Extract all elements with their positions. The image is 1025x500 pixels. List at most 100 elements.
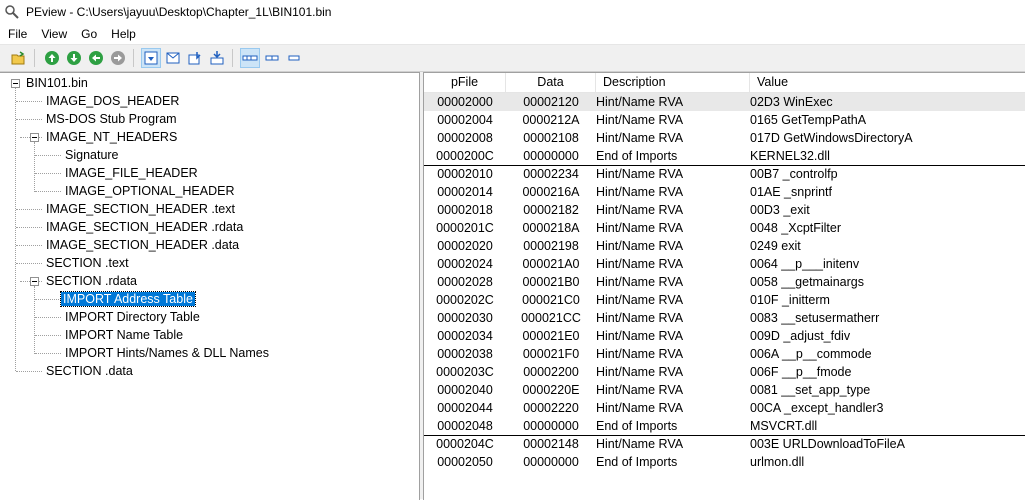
go-back-icon[interactable] bbox=[87, 49, 105, 67]
tree-item-section-rdata[interactable]: SECTION .rdata bbox=[44, 272, 139, 290]
tree-item-import-directory-table[interactable]: IMPORT Directory Table bbox=[63, 308, 202, 326]
menu-file[interactable]: File bbox=[0, 27, 34, 41]
column-header-description[interactable]: Description bbox=[596, 73, 750, 92]
tree-item-image-file-header[interactable]: IMAGE_FILE_HEADER bbox=[63, 164, 200, 182]
list-cell-value: 00CA _except_handler3 bbox=[750, 401, 884, 415]
menu-go[interactable]: Go bbox=[74, 27, 104, 41]
list-row[interactable]: 00002014 0000216A Hint/Name RVA 01AE _snpri… bbox=[424, 183, 1025, 201]
open-file-icon[interactable] bbox=[10, 49, 28, 67]
list-cell-value: 0081 __set_app_type bbox=[750, 383, 871, 397]
tree-item-import-address-table[interactable]: IMPORT Address Table bbox=[60, 290, 196, 308]
collapse-icon[interactable] bbox=[11, 79, 20, 88]
list-row[interactable]: 0000203C 00002200 Hint/Name RVA 006F __p__f… bbox=[424, 363, 1025, 381]
menu-view[interactable]: View bbox=[34, 27, 74, 41]
tree-item-image-dos-header[interactable]: IMAGE_DOS_HEADER bbox=[44, 92, 181, 110]
list-row[interactable]: 0000200C 00000000 End of Imports KERNEL32.d… bbox=[424, 147, 1025, 166]
tree-item-import-name-table[interactable]: IMPORT Name Table bbox=[63, 326, 185, 344]
list-cell-pfile: 00002004 bbox=[437, 113, 493, 127]
menu-bar: File View Go Help bbox=[0, 24, 1025, 45]
list-row[interactable]: 00002044 00002220 Hint/Name RVA 00CA _excep… bbox=[424, 399, 1025, 417]
list-cell-pfile: 0000204C bbox=[436, 437, 494, 451]
view-dword-icon[interactable] bbox=[186, 49, 204, 67]
list-cell-data: 00000000 bbox=[523, 455, 579, 469]
list-row[interactable]: 00002030 000021CC Hint/Name RVA 0083 __setu… bbox=[424, 309, 1025, 327]
list-cell-value: 010F _initterm bbox=[750, 293, 830, 307]
tree-item-image-nt-headers[interactable]: IMAGE_NT_HEADERS bbox=[44, 128, 179, 146]
list-cell-pfile: 00002044 bbox=[437, 401, 493, 415]
view-byte-icon[interactable] bbox=[141, 48, 161, 68]
tree-item-section-header-data[interactable]: IMAGE_SECTION_HEADER .data bbox=[44, 236, 241, 254]
list-row[interactable]: 00002018 00002182 Hint/Name RVA 00D3 _exit bbox=[424, 201, 1025, 219]
view-qword-icon[interactable] bbox=[208, 49, 226, 67]
list-cell-data: 00002120 bbox=[523, 95, 579, 109]
address-mode-3-icon[interactable] bbox=[285, 49, 303, 67]
list-cell-value: 0249 exit bbox=[750, 239, 801, 253]
tree-connector bbox=[35, 317, 61, 318]
list-cell-value: MSVCRT.dll bbox=[750, 419, 818, 433]
list-row[interactable]: 0000204C 00002148 Hint/Name RVA 003E URLDow… bbox=[424, 435, 1025, 453]
list-cell-description: Hint/Name RVA bbox=[596, 347, 684, 361]
list-row[interactable]: 00002024 000021A0 Hint/Name RVA 0064 __p___… bbox=[424, 255, 1025, 273]
list-row[interactable]: 00002010 00002234 Hint/Name RVA 00B7 _contr… bbox=[424, 165, 1025, 183]
toolbar-separator bbox=[133, 49, 134, 67]
address-mode-2-icon[interactable] bbox=[263, 49, 281, 67]
list-cell-value: 00D3 _exit bbox=[750, 203, 810, 217]
list-cell-description: End of Imports bbox=[596, 455, 678, 469]
list-cell-value: urlmon.dll bbox=[750, 455, 805, 469]
tree-connector bbox=[15, 88, 16, 371]
column-header-value[interactable]: Value bbox=[750, 73, 1025, 92]
tree-item-section-text[interactable]: SECTION .text bbox=[44, 254, 131, 272]
list-row[interactable]: 00002028 000021B0 Hint/Name RVA 0058 __getm… bbox=[424, 273, 1025, 291]
list-cell-value: 0058 __getmainargs bbox=[750, 275, 864, 289]
column-header-pfile[interactable]: pFile bbox=[424, 73, 506, 92]
go-up-icon[interactable] bbox=[43, 49, 61, 67]
list-cell-pfile: 00002024 bbox=[437, 257, 493, 271]
collapse-icon[interactable] bbox=[30, 133, 39, 142]
address-mode-1-icon[interactable] bbox=[240, 48, 260, 68]
list-row[interactable]: 00002040 0000220E Hint/Name RVA 0081 __set_… bbox=[424, 381, 1025, 399]
tree-item-ms-dos-stub[interactable]: MS-DOS Stub Program bbox=[44, 110, 179, 128]
tree-item-root[interactable]: BIN101.bin bbox=[24, 74, 90, 92]
list-cell-description: Hint/Name RVA bbox=[596, 131, 684, 145]
detail-list-view[interactable]: pFile Data Description Value 00002000 000… bbox=[423, 72, 1025, 500]
list-row[interactable]: 0000201C 0000218A Hint/Name RVA 0048 _XcptF… bbox=[424, 219, 1025, 237]
list-row[interactable]: 00002008 00002108 Hint/Name RVA 017D GetWin… bbox=[424, 129, 1025, 147]
tree-view[interactable]: BIN101.bin IMAGE_DOS_HEADER MS-DOS Stub … bbox=[0, 72, 420, 500]
tree-item-import-hints-names[interactable]: IMPORT Hints/Names & DLL Names bbox=[63, 344, 271, 362]
list-row[interactable]: 00002000 00002120 Hint/Name RVA 02D3 WinExe… bbox=[424, 93, 1025, 111]
toolbar-separator bbox=[34, 49, 35, 67]
tree-item-image-optional-header[interactable]: IMAGE_OPTIONAL_HEADER bbox=[63, 182, 237, 200]
list-row[interactable]: 00002034 000021E0 Hint/Name RVA 009D _adjus… bbox=[424, 327, 1025, 345]
view-word-icon[interactable] bbox=[164, 49, 182, 67]
tree-connector bbox=[16, 371, 42, 372]
menu-help[interactable]: Help bbox=[104, 27, 143, 41]
list-cell-pfile: 00002028 bbox=[437, 275, 493, 289]
tree-item-section-header-text[interactable]: IMAGE_SECTION_HEADER .text bbox=[44, 200, 237, 218]
tree-connector bbox=[16, 263, 42, 264]
list-row[interactable]: 00002050 00000000 End of Imports urlmon.dll bbox=[424, 453, 1025, 471]
tree-connector bbox=[35, 191, 61, 192]
list-row[interactable]: 00002020 00002198 Hint/Name RVA 0249 exit bbox=[424, 237, 1025, 255]
list-cell-value: KERNEL32.dll bbox=[750, 149, 830, 163]
list-cell-value: 02D3 WinExec bbox=[750, 95, 833, 109]
go-down-icon[interactable] bbox=[65, 49, 83, 67]
list-cell-pfile: 00002048 bbox=[437, 419, 493, 433]
list-cell-description: Hint/Name RVA bbox=[596, 275, 684, 289]
list-cell-description: Hint/Name RVA bbox=[596, 185, 684, 199]
tree-connector bbox=[16, 119, 42, 120]
column-header-data[interactable]: Data bbox=[506, 73, 596, 92]
list-row[interactable]: 00002048 00000000 End of Imports MSVCRT.dll bbox=[424, 417, 1025, 436]
list-row[interactable]: 00002038 000021F0 Hint/Name RVA 006A __p__c… bbox=[424, 345, 1025, 363]
tree-item-signature[interactable]: Signature bbox=[63, 146, 121, 164]
list-cell-pfile: 00002010 bbox=[437, 167, 493, 181]
list-cell-data: 000021E0 bbox=[522, 329, 580, 343]
list-cell-data: 000021A0 bbox=[522, 257, 580, 271]
tree-item-section-data[interactable]: SECTION .data bbox=[44, 362, 135, 380]
list-cell-value: 006F __p__fmode bbox=[750, 365, 852, 379]
collapse-icon[interactable] bbox=[30, 277, 39, 286]
list-row[interactable]: 00002004 0000212A Hint/Name RVA 0165 GetTem… bbox=[424, 111, 1025, 129]
tree-item-section-header-rdata[interactable]: IMAGE_SECTION_HEADER .rdata bbox=[44, 218, 245, 236]
go-forward-icon[interactable] bbox=[109, 49, 127, 67]
list-cell-pfile: 00002034 bbox=[437, 329, 493, 343]
list-row[interactable]: 0000202C 000021C0 Hint/Name RVA 010F _initt… bbox=[424, 291, 1025, 309]
